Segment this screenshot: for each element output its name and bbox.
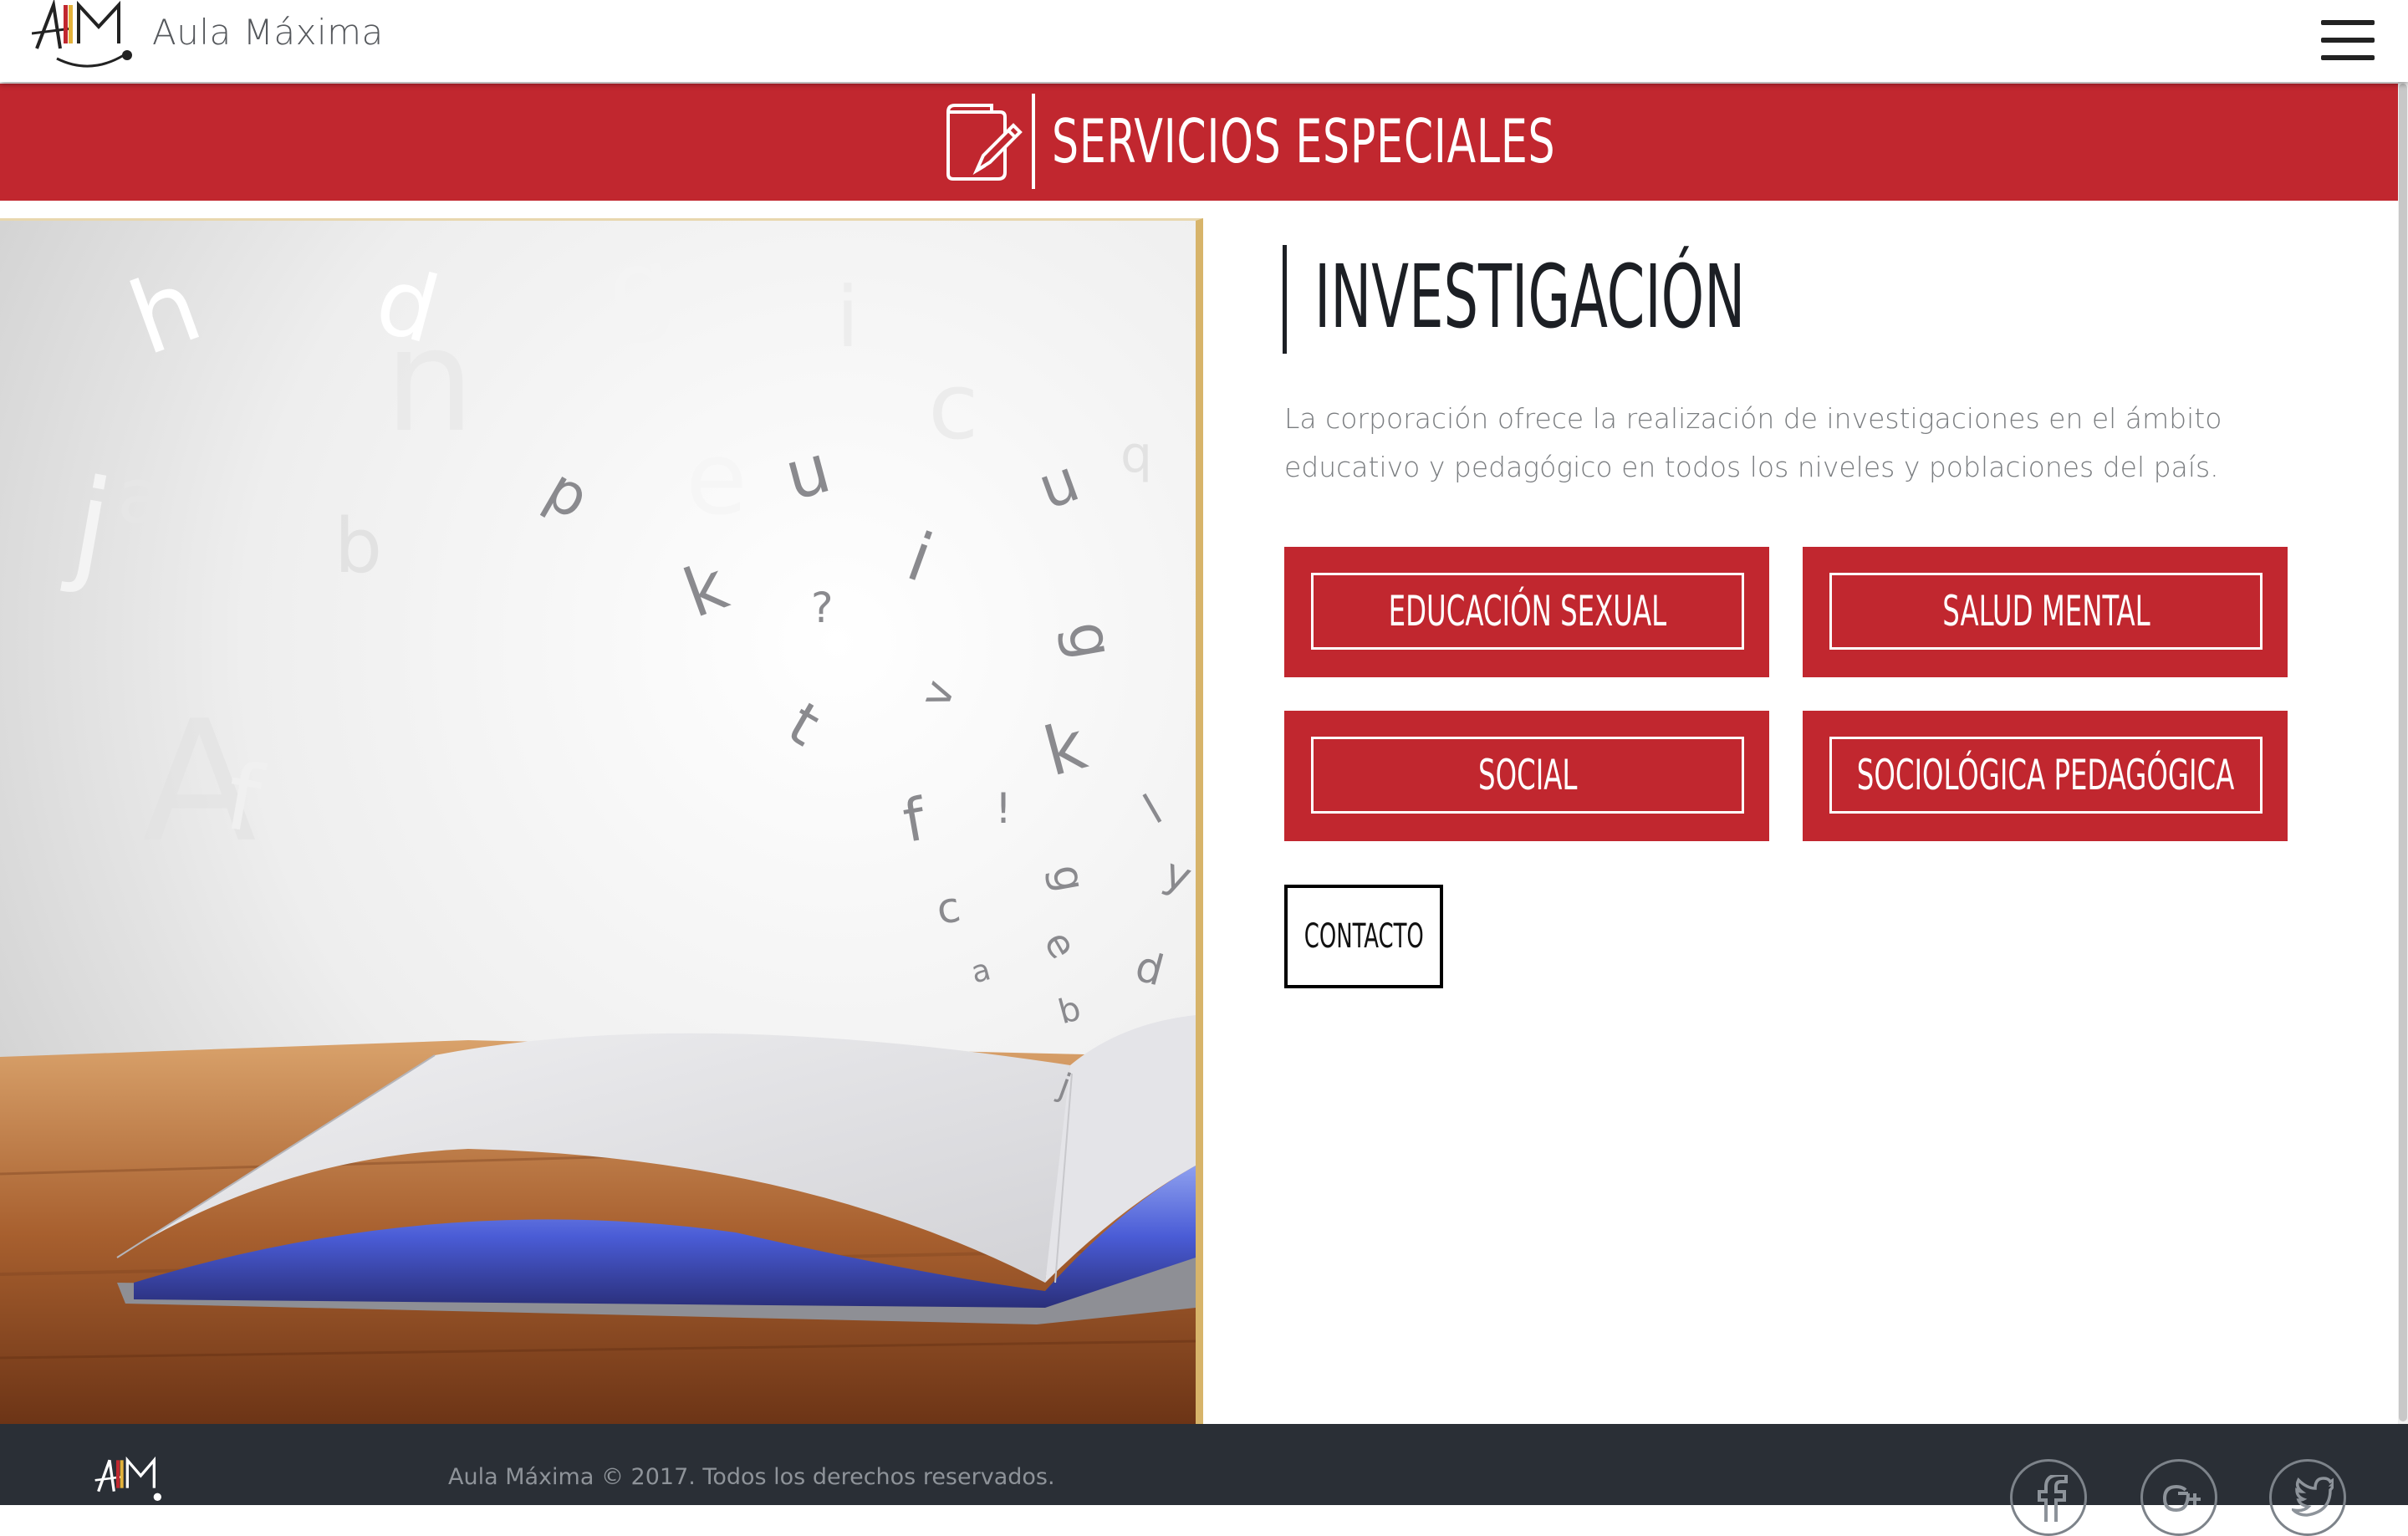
- aula-maxima-logo[interactable]: [32, 0, 140, 70]
- svg-text:n: n: [385, 299, 475, 464]
- svg-text:i: i: [836, 268, 860, 366]
- hero-image: h d g i j a b n e u p k ? i n q c A f t …: [0, 218, 1203, 1426]
- scrollbar-thumb[interactable]: [2399, 84, 2407, 1421]
- service-button-salud-mental[interactable]: SALUD MENTAL: [1803, 547, 2288, 677]
- book-pencil-icon: [946, 104, 1023, 181]
- service-button-social[interactable]: SOCIAL: [1284, 711, 1769, 841]
- svg-text:a: a: [117, 452, 163, 540]
- service-button-educacion-sexual[interactable]: EDUCACIÓN SEXUAL: [1284, 547, 1769, 677]
- service-button-label: SOCIOLÓGICA PEDAGÓGICA: [1857, 751, 2235, 799]
- service-button-frame: SOCIAL: [1311, 737, 1744, 814]
- twitter-icon[interactable]: [2269, 1459, 2346, 1536]
- contact-button-label: CONTACTO: [1303, 917, 1424, 956]
- svg-text:q: q: [1120, 426, 1152, 484]
- contact-button[interactable]: CONTACTO: [1284, 885, 1443, 988]
- hamburger-menu-icon[interactable]: [2321, 18, 2375, 62]
- svg-text:c: c: [928, 353, 978, 460]
- service-button-label: EDUCACIÓN SEXUAL: [1388, 587, 1667, 635]
- open-book-illustration: h d g i j a b n e u p k ? i n q c A f t …: [0, 221, 1196, 1426]
- svg-text:e: e: [686, 421, 747, 538]
- facebook-icon[interactable]: [2010, 1459, 2087, 1536]
- top-navbar: Aula Máxima: [0, 0, 2408, 82]
- svg-text:b: b: [334, 503, 382, 590]
- section-title: INVESTIGACIÓN: [1314, 246, 1746, 348]
- service-button-frame: SOCIOLÓGICA PEDAGÓGICA: [1829, 737, 2263, 814]
- aula-maxima-logo[interactable]: [94, 1456, 169, 1503]
- banner-divider: [1032, 94, 1035, 189]
- service-button-sociologica-pedagogica[interactable]: SOCIOLÓGICA PEDAGÓGICA: [1803, 711, 2288, 841]
- brand-name[interactable]: Aula Máxima: [152, 12, 384, 53]
- service-button-label: SOCIAL: [1477, 751, 1578, 799]
- section-title-bar: [1283, 245, 1287, 354]
- google-plus-icon[interactable]: [2140, 1459, 2217, 1536]
- page-banner: SERVICIOS ESPECIALES: [0, 84, 2408, 201]
- footer: Aula Máxima © 2017. Todos los derechos r…: [0, 1424, 2408, 1536]
- service-button-frame: SALUD MENTAL: [1829, 573, 2263, 650]
- svg-text:!: !: [995, 784, 1012, 833]
- section-description: La corporación ofrece la realización de …: [1284, 402, 2222, 483]
- page-title: SERVICIOS ESPECIALES: [1052, 106, 1556, 176]
- service-button-frame: EDUCACIÓN SEXUAL: [1311, 573, 1744, 650]
- svg-text:?: ?: [811, 584, 834, 632]
- service-button-label: SALUD MENTAL: [1941, 587, 2150, 635]
- copyright-text: Aula Máxima © 2017. Todos los derechos r…: [448, 1464, 1055, 1490]
